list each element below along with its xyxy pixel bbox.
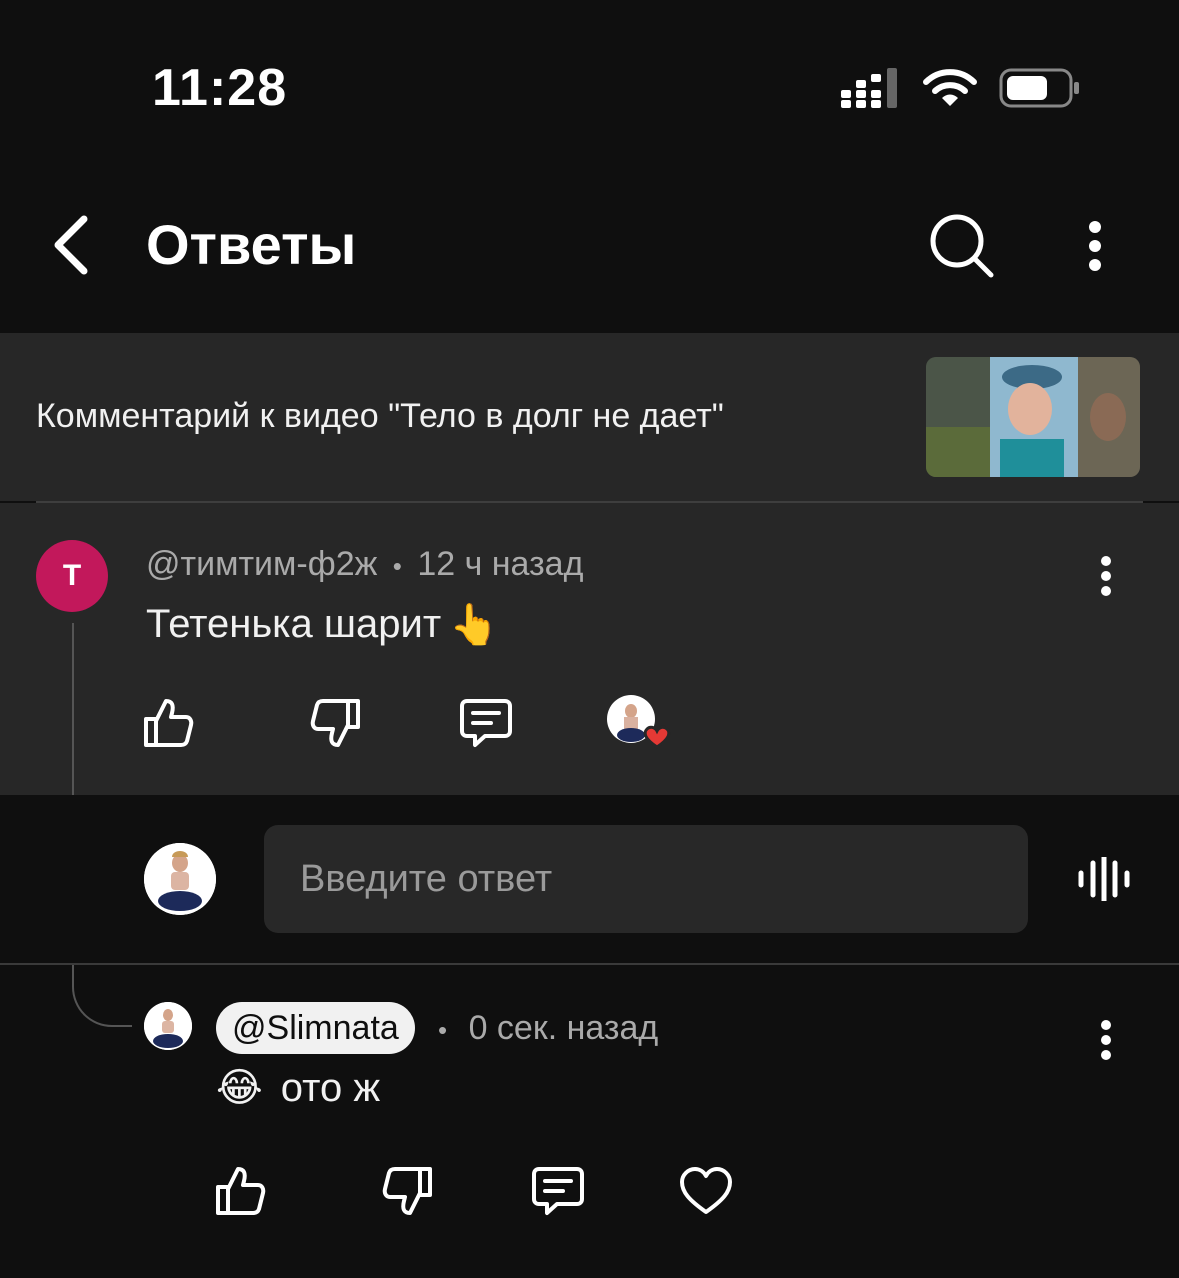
back-button[interactable]: [40, 210, 100, 280]
creator-heart-badge: [604, 693, 676, 757]
thumbs-down-icon: [382, 1165, 434, 1217]
meta-separator: •: [438, 1015, 448, 1045]
author-handle-chip[interactable]: @Slimnata: [216, 1002, 415, 1054]
video-context-text: Комментарий к видео "Тело в долг не дает…: [36, 397, 724, 435]
parent-comment: Т @тимтим-ф2ж • 12 ч назад Тетенька шари…: [0, 503, 1179, 795]
pointing-up-emoji: 👆: [449, 603, 499, 647]
wifi-icon: [923, 68, 977, 108]
top-app-bar: Ответы: [0, 180, 1179, 310]
page-title: Ответы: [146, 213, 357, 276]
dislike-button[interactable]: [378, 1161, 438, 1221]
more-vertical-icon: [1100, 556, 1112, 596]
more-vertical-icon: [1100, 1020, 1112, 1060]
reply-button[interactable]: [456, 693, 516, 753]
avatar[interactable]: Т: [36, 540, 108, 612]
comment-more-button[interactable]: [1086, 551, 1126, 601]
reply-meta: • 0 сек. назад: [438, 1009, 658, 1048]
comment-icon: [459, 697, 513, 749]
video-context-row[interactable]: Комментарий к видео "Тело в долг не дает…: [0, 333, 1179, 501]
comment-author[interactable]: @тимтим-ф2ж: [146, 545, 377, 583]
thumbs-up-icon: [214, 1165, 266, 1217]
app-screen: 11:28 Ответы Комментарий к видео "Тело в…: [0, 0, 1179, 1278]
comment-meta: @тимтим-ф2ж • 12 ч назад: [146, 545, 583, 584]
status-time: 11:28: [152, 59, 288, 117]
search-button[interactable]: [926, 210, 998, 282]
reply-input-bar: [0, 795, 1179, 963]
reply-text-input[interactable]: [264, 825, 1028, 933]
reply-button[interactable]: [528, 1161, 588, 1221]
creator-avatar-heart-icon: [605, 693, 675, 757]
reply-more-button[interactable]: [1086, 1015, 1126, 1065]
thumbs-down-icon: [310, 697, 362, 749]
heart-outline-icon: [679, 1166, 733, 1216]
status-icons: [841, 66, 1081, 110]
reply-text: 😂 ото ж: [216, 1065, 380, 1111]
battery-icon: [999, 68, 1081, 108]
reply-time-text: 0 сек. назад: [468, 1009, 659, 1047]
heart-button[interactable]: [676, 1161, 736, 1221]
thread-connector: [72, 965, 132, 1027]
like-button[interactable]: [210, 1161, 270, 1221]
dislike-button[interactable]: [306, 693, 366, 753]
comment-icon: [531, 1165, 585, 1217]
video-thumbnail[interactable]: [926, 357, 1140, 477]
reply-body: ото ж: [280, 1065, 381, 1110]
laughing-tears-emoji: 😂: [216, 1066, 263, 1110]
like-button[interactable]: [138, 693, 198, 753]
thread-line: [72, 623, 74, 795]
comment-text: Тетенька шарит 👆: [146, 601, 499, 648]
reply-comment: @Slimnata • 0 сек. назад 😂 ото ж: [0, 965, 1179, 1278]
avatar[interactable]: [144, 1002, 192, 1050]
search-icon: [929, 213, 995, 279]
avatar: [144, 843, 216, 915]
more-options-button[interactable]: [1070, 210, 1120, 282]
more-vertical-icon: [1088, 220, 1102, 272]
comment-time: 12 ч назад: [417, 545, 584, 583]
meta-separator: •: [392, 551, 402, 581]
chevron-left-icon: [50, 215, 90, 275]
comment-body: Тетенька шарит: [146, 602, 442, 646]
cellular-signal-icon: [841, 68, 901, 108]
audio-waveform-icon: [1077, 857, 1131, 901]
thumbs-up-icon: [142, 697, 194, 749]
voice-input-button[interactable]: [1074, 849, 1134, 909]
